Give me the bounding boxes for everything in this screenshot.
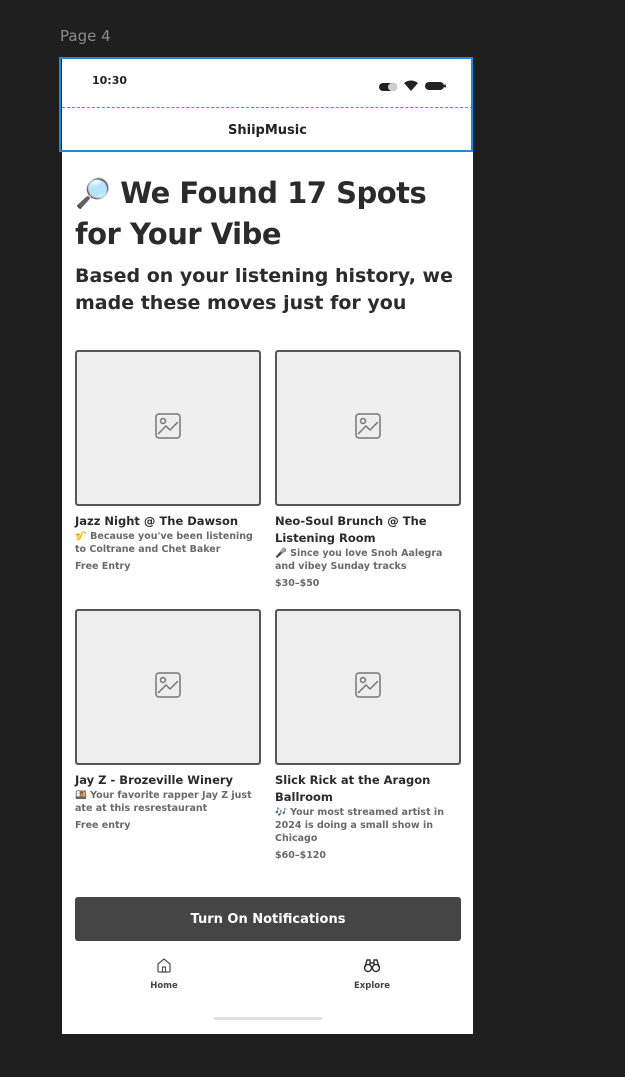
event-image-placeholder (275, 609, 461, 765)
phone-frame: 10:30 ShiipMusic 🔎 We Found 17 Spots for… (62, 59, 473, 1034)
image-placeholder-icon (155, 413, 181, 443)
status-bar: 10:30 (62, 59, 473, 108)
event-reason: 🎤 Since you love Snoh Aalegra and vibey … (275, 548, 443, 572)
event-card[interactable]: Neo-Soul Brunch @ The Listening Room 🎤 S… (275, 350, 461, 590)
event-price: $60–$120 (275, 850, 327, 861)
hero-section: 🔎 We Found 17 Spots for Your Vibe Based … (75, 173, 461, 317)
bottom-tab-bar: Home Explore (62, 956, 473, 1004)
event-image-placeholder (275, 350, 461, 506)
event-reason: 🍱 Your favorite rapper Jay Z just ate at… (75, 790, 252, 814)
event-card[interactable]: Jay Z - Brozeville Winery 🍱 Your favorit… (75, 609, 261, 832)
image-placeholder-icon (355, 413, 381, 443)
tab-explore[interactable]: Explore (332, 956, 412, 991)
tab-home-label: Home (150, 981, 178, 991)
event-card[interactable]: Slick Rick at the Aragon Ballroom 🎶 Your… (275, 609, 461, 862)
home-indicator (214, 1017, 322, 1020)
status-icons (379, 76, 447, 95)
event-title: Jazz Night @ The Dawson (75, 514, 239, 528)
binoculars-icon (363, 956, 381, 978)
event-title: Neo-Soul Brunch @ The Listening Room (275, 514, 427, 545)
turn-on-notifications-button[interactable]: Turn On Notifications (75, 897, 461, 941)
event-price: $30–$50 (275, 578, 320, 589)
battery-icon (425, 76, 447, 95)
home-icon (155, 956, 173, 978)
event-price: Free Entry (75, 561, 131, 572)
event-image-placeholder (75, 609, 261, 765)
image-placeholder-icon (155, 672, 181, 702)
event-reason: 🎷 Because you've been listening to Coltr… (75, 531, 253, 555)
event-price: Free entry (75, 820, 131, 831)
wifi-icon (404, 76, 418, 95)
image-placeholder-icon (355, 672, 381, 702)
app-bar-title: ShiipMusic (228, 122, 307, 138)
event-reason: 🎶 Your most streamed artist in 2024 is d… (275, 807, 444, 844)
signal-icon (379, 76, 397, 95)
tab-explore-label: Explore (353, 981, 391, 991)
tab-home[interactable]: Home (124, 956, 204, 991)
page-title: 🔎 We Found 17 Spots for Your Vibe (75, 176, 427, 251)
event-image-placeholder (75, 350, 261, 506)
page-subtitle: Based on your listening history, we made… (75, 265, 453, 314)
event-title: Slick Rick at the Aragon Ballroom (275, 773, 431, 804)
status-time: 10:30 (92, 74, 128, 87)
event-card[interactable]: Jazz Night @ The Dawson 🎷 Because you've… (75, 350, 261, 573)
event-title: Jay Z - Brozeville Winery (75, 773, 234, 787)
canvas-page-label: Page 4 (60, 27, 111, 45)
